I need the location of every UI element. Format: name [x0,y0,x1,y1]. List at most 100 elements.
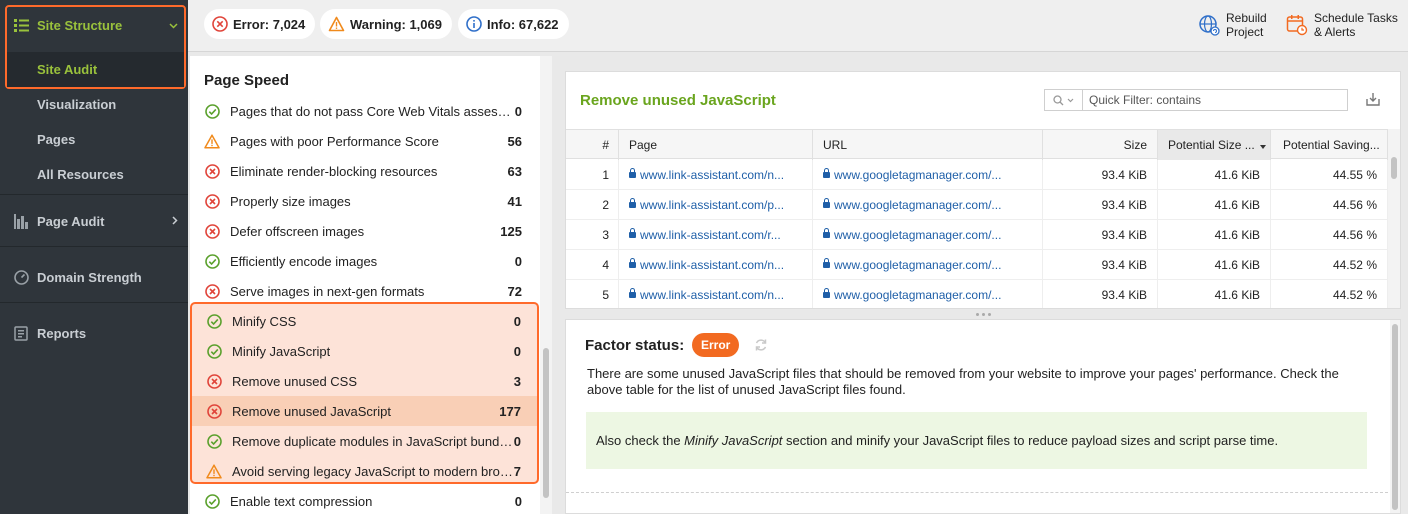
cell-url[interactable]: www.googletagmanager.com/... [813,220,1043,250]
chevron-down-icon [169,18,178,32]
list-item[interactable]: Efficiently encode images 0 [190,246,538,276]
rebuild-label-line2: Project [1226,25,1264,39]
col-header-potential-saving[interactable]: Potential Saving... [1271,130,1388,160]
col-header-page[interactable]: Page [619,130,813,160]
cell-url[interactable]: www.googletagmanager.com/... [813,190,1043,220]
nav-page-audit[interactable]: Page Audit [0,205,188,237]
cell-index: 2 [566,190,619,220]
list-item[interactable]: Serve images in next-gen formats 72 [190,276,538,306]
table-scrollbar-thumb[interactable] [1391,157,1397,179]
cell-page-text: www.link-assistant.com/p... [640,198,785,212]
list-item[interactable]: Eliminate render-blocking resources 63 [190,156,538,186]
list-item[interactable]: Properly size images 41 [190,186,538,216]
export-icon[interactable] [1364,90,1382,108]
error-circle-icon [204,283,220,299]
filter-mode-select[interactable] [1045,90,1083,110]
panel-splitter[interactable] [565,309,1401,319]
list-item[interactable]: Remove unused CSS 3 [192,366,537,396]
list-item-label: Remove duplicate modules in JavaScript b… [232,433,514,449]
chevron-right-icon [172,214,178,228]
table-scrollbar[interactable] [1388,129,1400,308]
list-item-count: 3 [513,373,521,389]
error-circle-icon [206,373,222,389]
table-row[interactable]: 1 www.link-assistant.com/n... www.googleta… [566,160,1388,190]
cell-url[interactable]: www.googletagmanager.com/... [813,160,1043,190]
list-scrollbar[interactable] [540,56,552,514]
cell-potential-saving: 44.56 % [1271,220,1388,250]
list-item[interactable]: Pages that do not pass Core Web Vitals a… [190,96,538,126]
table-title: Remove unused JavaScript [580,92,776,109]
quick-filter-input[interactable]: Quick Filter: contains [1083,93,1201,107]
cell-page[interactable]: www.link-assistant.com/n... [619,250,813,280]
cell-potential-saving: 44.56 % [1271,190,1388,220]
nav-all-resources[interactable]: All Resources [0,160,188,190]
list-scrollbar-thumb[interactable] [543,348,549,498]
nav-divider [0,194,188,195]
nav-domain-strength[interactable]: Domain Strength [0,261,188,293]
list-item[interactable]: Enable text compression 0 [190,486,538,514]
list-item[interactable]: Defer offscreen images 125 [190,216,538,246]
nav-visualization[interactable]: Visualization [0,90,188,120]
col-header-potential-size-label: Potential Size ... [1168,138,1255,152]
nav-pages-label: Pages [37,132,76,147]
cell-url-text: www.googletagmanager.com/... [834,198,1002,212]
error-circle-icon [206,403,222,419]
lock-icon [629,258,636,268]
cell-size: 93.4 KiB [1043,220,1158,250]
col-header-index[interactable]: # [566,130,619,160]
lock-icon [629,168,636,178]
nav-pages[interactable]: Pages [0,125,188,155]
refresh-icon[interactable] [753,337,769,353]
tip-text-before: Also check the [596,433,685,448]
check-circle-icon [204,253,220,269]
cell-page[interactable]: www.link-assistant.com/n... [619,280,813,308]
rebuild-label-line1: Rebuild [1226,11,1267,25]
list-item-count: 0 [513,343,521,359]
cell-potential-size: 41.6 KiB [1158,280,1271,308]
cell-page-text: www.link-assistant.com/n... [640,288,785,302]
list-item[interactable]: Avoid serving legacy JavaScript to moder… [192,456,537,486]
nav-site-audit-label: Site Audit [37,62,98,77]
nav-reports[interactable]: Reports [0,317,188,349]
cell-page[interactable]: www.link-assistant.com/n... [619,160,813,190]
list-item-count: 0 [514,493,522,509]
cell-potential-size: 41.6 KiB [1158,220,1271,250]
cell-url[interactable]: www.googletagmanager.com/... [813,280,1043,308]
cell-page[interactable]: www.link-assistant.com/p... [619,190,813,220]
error-icon [212,16,228,32]
cell-page-text: www.link-assistant.com/r... [640,228,781,242]
globe-refresh-icon [1198,14,1220,36]
error-count-pill[interactable]: Error: 7,024 [204,9,316,39]
cell-index: 1 [566,160,619,190]
warning-count-pill[interactable]: Warning: 1,069 [320,9,452,39]
cell-size: 93.4 KiB [1043,250,1158,280]
rebuild-project-button[interactable]: Rebuild Project [1198,11,1267,39]
list-item[interactable]: Remove duplicate modules in JavaScript b… [192,426,537,456]
list-item[interactable]: Minify CSS 0 [192,306,537,336]
quick-filter[interactable]: Quick Filter: contains [1044,89,1348,111]
list-item-count: 0 [514,103,522,119]
col-header-potential-size[interactable]: Potential Size ... [1158,130,1271,160]
col-header-url[interactable]: URL [813,130,1043,160]
list-item[interactable]: Pages with poor Performance Score 56 [190,126,538,156]
gauge-icon [13,269,29,285]
table-row[interactable]: 2 www.link-assistant.com/p... www.googleta… [566,190,1388,220]
cell-page-text: www.link-assistant.com/n... [640,258,785,272]
list-item[interactable]: Minify JavaScript 0 [192,336,537,366]
cell-page[interactable]: www.link-assistant.com/r... [619,220,813,250]
info-count-pill[interactable]: Info: 67,622 [458,9,569,39]
nav-site-audit[interactable]: Site Audit [7,52,184,87]
factor-scrollbar-thumb[interactable] [1392,324,1398,510]
table-row[interactable]: 3 www.link-assistant.com/r... www.googleta… [566,220,1388,250]
schedule-tasks-button[interactable]: Schedule Tasks & Alerts [1286,11,1398,39]
factor-scrollbar[interactable] [1390,320,1400,513]
table-row[interactable]: 5 www.link-assistant.com/n... www.googleta… [566,280,1388,308]
factor-list-panel: Page Speed Pages that do not pass Core W… [190,56,552,514]
table-row[interactable]: 4 www.link-assistant.com/n... www.googleta… [566,250,1388,280]
nav-site-structure[interactable]: Site Structure [0,7,188,43]
lock-icon [629,228,636,238]
col-header-size[interactable]: Size [1043,130,1158,160]
cell-url[interactable]: www.googletagmanager.com/... [813,250,1043,280]
list-item[interactable]: Remove unused JavaScript 177 [192,396,537,426]
list-item-label: Pages with poor Performance Score [230,133,439,149]
